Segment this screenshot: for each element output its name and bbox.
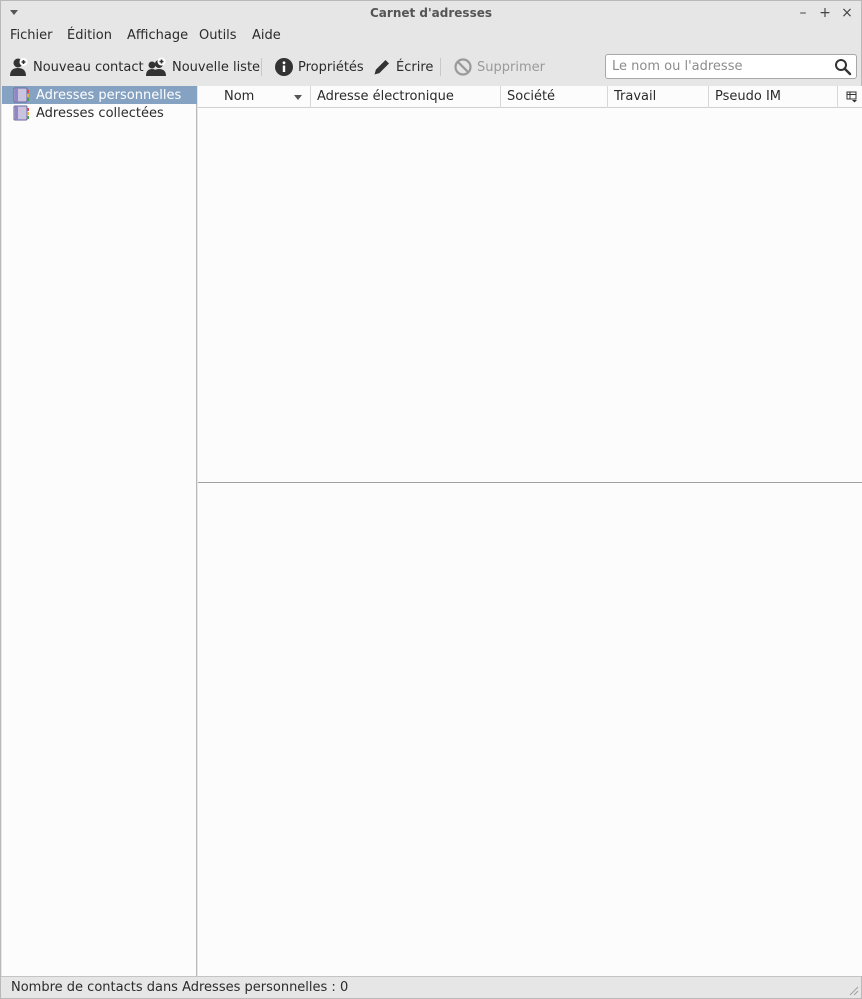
close-icon[interactable]: × [838, 4, 856, 22]
menu-outils[interactable]: Outils [199, 28, 237, 43]
menu-edition[interactable]: Édition [67, 28, 112, 43]
menu-fichier[interactable]: Fichier [10, 28, 53, 43]
new-contact-icon [10, 58, 28, 76]
toolbar-separator [261, 58, 262, 76]
menu-aide[interactable]: Aide [252, 28, 281, 43]
toolbar: Nouveau contact Nouvelle liste Propriété… [1, 51, 861, 85]
column-header-work[interactable]: Travail [608, 86, 709, 108]
status-text: Nombre de contacts dans Adresses personn… [11, 980, 349, 995]
delete-button[interactable]: Supprimer [453, 55, 545, 79]
write-button[interactable]: Écrire [372, 55, 433, 79]
new-list-icon [146, 57, 166, 76]
pencil-icon [374, 60, 389, 75]
column-header-label: Travail [614, 89, 657, 104]
new-contact-button[interactable]: Nouveau contact [9, 55, 144, 79]
status-bar: Nombre de contacts dans Adresses personn… [1, 976, 861, 998]
column-header-email[interactable]: Adresse électronique [311, 86, 501, 108]
contact-preview-pane [198, 483, 862, 976]
toolbar-separator [440, 58, 441, 76]
contacts-list[interactable]: Nom Adresse électronique Société Travail… [198, 86, 862, 482]
column-header-label: Nom [224, 89, 255, 104]
search-icon[interactable] [834, 58, 852, 76]
menu-affichage[interactable]: Affichage [127, 28, 188, 43]
directory-label: Adresses personnelles [36, 87, 182, 103]
menu-bar: Fichier Édition Affichage Outils Aide [1, 27, 861, 47]
column-header-label: Société [507, 89, 556, 104]
address-book-window: Carnet d'adresses – + × Fichier Édition … [0, 0, 862, 999]
title-bar: Carnet d'adresses – + × [1, 1, 861, 27]
search-input[interactable] [612, 58, 832, 75]
delete-label: Supprimer [477, 59, 545, 75]
search-box[interactable] [605, 54, 857, 79]
address-book-icon [13, 105, 29, 121]
column-picker-icon[interactable] [846, 91, 858, 103]
column-header-im-nick[interactable]: Pseudo IM [709, 86, 838, 108]
new-list-button[interactable]: Nouvelle liste [146, 55, 260, 79]
address-book-icon [13, 87, 29, 103]
directory-item-collected[interactable]: Adresses collectées [2, 104, 197, 122]
column-header-label: Adresse électronique [317, 89, 454, 104]
maximize-icon[interactable]: + [816, 4, 834, 22]
column-header-name[interactable]: Nom [198, 86, 311, 108]
column-headers: Nom Adresse électronique Société Travail… [198, 86, 862, 108]
column-header-company[interactable]: Société [501, 86, 608, 108]
resize-grip-icon[interactable] [847, 984, 859, 996]
directory-tree[interactable]: Adresses personnelles Adresses collectée… [2, 86, 197, 976]
window-title: Carnet d'adresses [370, 6, 492, 20]
properties-label: Propriétés [298, 59, 364, 75]
prohibited-icon [454, 58, 472, 76]
info-icon [275, 58, 293, 76]
directory-label: Adresses collectées [36, 105, 164, 121]
properties-button[interactable]: Propriétés [274, 55, 364, 79]
directory-item-personal[interactable]: Adresses personnelles [2, 86, 197, 104]
minimize-icon[interactable]: – [794, 4, 812, 22]
column-header-label: Pseudo IM [715, 89, 782, 104]
new-list-label: Nouvelle liste [172, 59, 261, 75]
new-contact-label: Nouveau contact [33, 59, 144, 75]
sort-descending-icon [294, 95, 302, 100]
write-label: Écrire [396, 59, 434, 75]
